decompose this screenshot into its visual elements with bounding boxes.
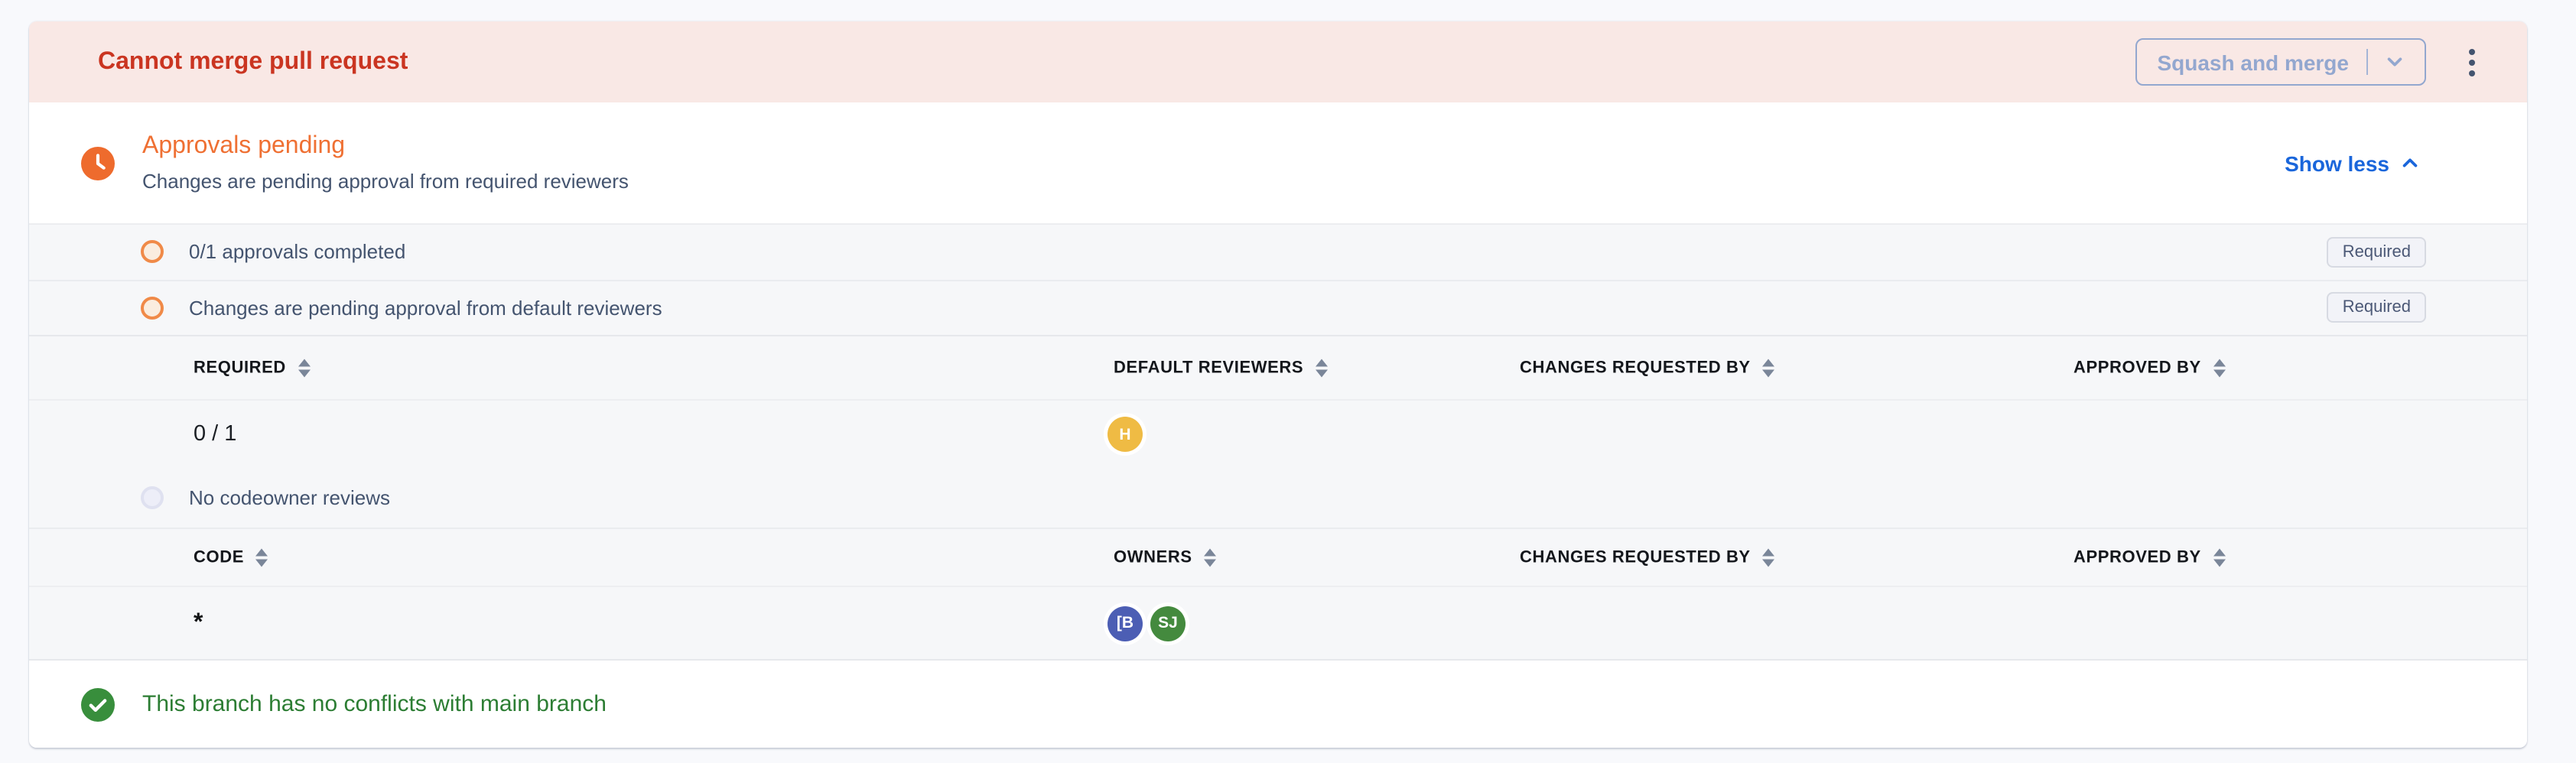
success-check-icon	[81, 687, 115, 721]
column-header-changes-requested-by[interactable]: CHANGES REQUESTED BY	[1520, 548, 1775, 567]
default-reviewers-label: Changes are pending approval from defaul…	[189, 297, 662, 320]
neutral-circle-icon	[141, 486, 164, 509]
pending-circle-icon	[141, 241, 164, 264]
codeowners-table-header: CODE OWNERS CHANGES REQUESTED BY APPROVE…	[29, 529, 2527, 587]
pending-clock-icon	[81, 146, 115, 180]
required-badge: Required	[2327, 237, 2426, 268]
sort-icon	[2213, 548, 2226, 567]
required-count-value: 0 / 1	[194, 422, 236, 446]
sort-icon	[1316, 359, 1328, 378]
show-less-label: Show less	[2285, 151, 2389, 175]
approvals-heading: Approvals pending Changes are pending ap…	[142, 133, 629, 193]
approvals-count-row: 0/1 approvals completed Required	[29, 225, 2527, 281]
avatar[interactable]: [B	[1107, 606, 1143, 641]
sort-icon	[2213, 359, 2226, 378]
no-conflicts-message: This branch has no conflicts with main b…	[142, 691, 607, 717]
squash-and-merge-button[interactable]: Squash and merge	[2135, 38, 2426, 86]
column-header-required[interactable]: REQUIRED	[194, 359, 311, 378]
merge-checks-card: Cannot merge pull request Squash and mer…	[29, 21, 2527, 748]
codeowner-reviews-row: No codeowner reviews	[29, 468, 2527, 529]
no-conflicts-section: This branch has no conflicts with main b…	[29, 661, 2527, 748]
code-pattern-value: *	[194, 609, 203, 637]
avatar[interactable]: H	[1107, 417, 1143, 452]
sort-icon	[1763, 548, 1775, 567]
required-badge: Required	[2327, 293, 2426, 323]
column-header-owners[interactable]: OWNERS	[1114, 548, 1217, 567]
column-header-default-reviewers[interactable]: DEFAULT REVIEWERS	[1114, 359, 1328, 378]
sort-icon	[256, 548, 268, 567]
banner-actions: Squash and merge	[2135, 38, 2527, 86]
approvals-subtitle: Changes are pending approval from requir…	[142, 170, 629, 193]
cannot-merge-banner: Cannot merge pull request Squash and mer…	[29, 21, 2527, 102]
sort-icon	[1763, 359, 1775, 378]
approvals-count-label: 0/1 approvals completed	[189, 241, 405, 264]
sort-icon	[298, 359, 311, 378]
approvals-title: Approvals pending	[142, 133, 629, 161]
column-header-approved-by[interactable]: APPROVED BY	[2073, 548, 2226, 567]
codeowner-reviews-label: No codeowner reviews	[189, 486, 390, 509]
column-header-approved-by[interactable]: APPROVED BY	[2073, 359, 2226, 378]
column-header-changes-requested-by[interactable]: CHANGES REQUESTED BY	[1520, 359, 1775, 378]
default-reviewers-avatars: H	[1107, 417, 1143, 452]
chevron-up-icon	[2400, 153, 2420, 173]
codeowners-table-row: * [B SJ	[29, 587, 2527, 661]
avatar[interactable]: SJ	[1150, 606, 1186, 641]
default-reviewers-row: Changes are pending approval from defaul…	[29, 281, 2527, 336]
show-less-toggle[interactable]: Show less	[2285, 151, 2420, 175]
more-options-icon[interactable]	[2463, 42, 2481, 82]
page: Cannot merge pull request Squash and mer…	[0, 0, 2576, 763]
chevron-down-icon[interactable]	[2385, 52, 2405, 72]
banner-title: Cannot merge pull request	[98, 48, 408, 76]
reviewers-table-header: REQUIRED DEFAULT REVIEWERS CHANGES REQUE…	[29, 336, 2527, 401]
button-divider	[2366, 49, 2368, 75]
pending-circle-icon	[141, 297, 164, 320]
merge-button-label: Squash and merge	[2157, 50, 2349, 74]
column-header-code[interactable]: CODE	[194, 548, 268, 567]
owners-avatars: [B SJ	[1107, 606, 1186, 641]
approvals-pending-section: Approvals pending Changes are pending ap…	[29, 102, 2527, 225]
reviewers-table-row: 0 / 1 H	[29, 401, 2527, 468]
sort-icon	[1205, 548, 1217, 567]
